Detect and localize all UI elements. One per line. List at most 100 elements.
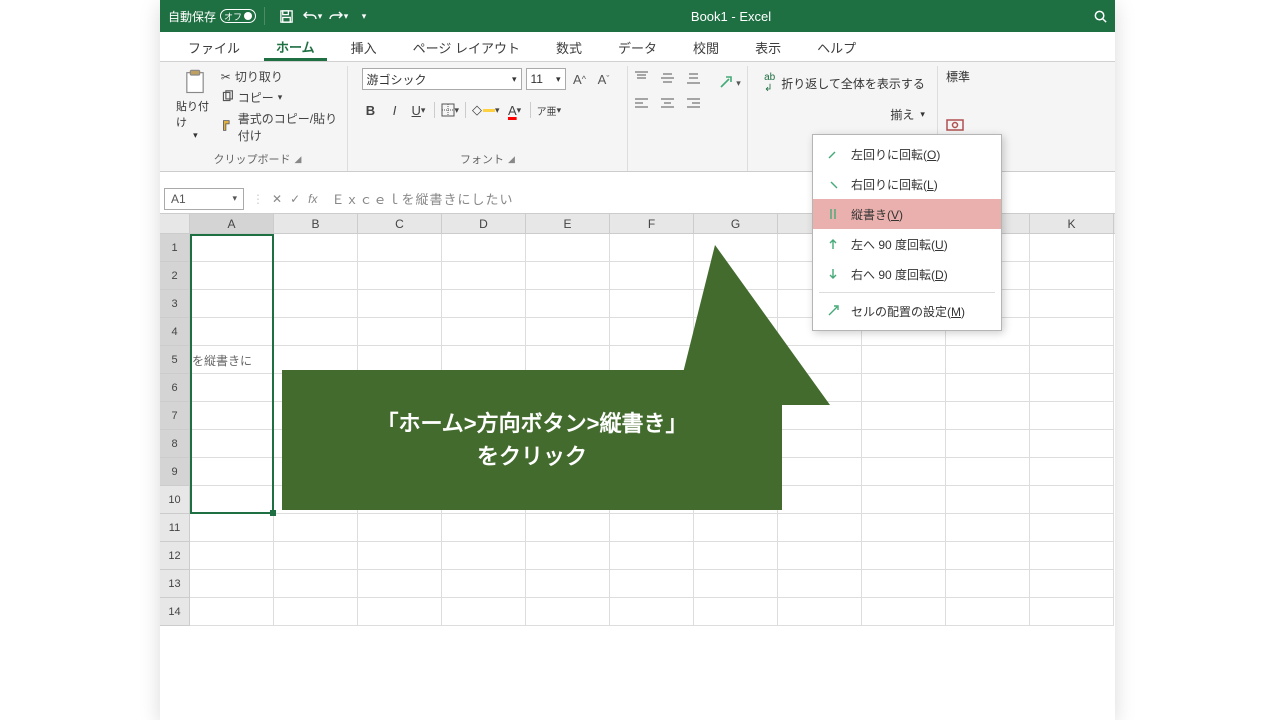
cell[interactable]: [1030, 430, 1114, 458]
copy-button[interactable]: コピー▾: [221, 89, 339, 106]
row-header[interactable]: 2: [160, 262, 190, 290]
underline-button[interactable]: U▾: [410, 100, 428, 120]
cell[interactable]: [1030, 290, 1114, 318]
cell[interactable]: [694, 542, 778, 570]
chevron-down-icon[interactable]: ▾: [193, 130, 198, 141]
cell[interactable]: [1030, 542, 1114, 570]
cell[interactable]: [442, 318, 526, 346]
tab-home[interactable]: ホーム: [264, 31, 327, 61]
column-header[interactable]: E: [526, 214, 610, 233]
number-format-select[interactable]: 標準: [946, 68, 970, 85]
cell[interactable]: [1030, 346, 1114, 374]
cell[interactable]: [946, 542, 1030, 570]
qat-customize-icon[interactable]: ▾: [351, 3, 377, 29]
fx-icon[interactable]: fx: [308, 192, 317, 206]
cell[interactable]: [358, 234, 442, 262]
cell[interactable]: [442, 570, 526, 598]
cell[interactable]: [190, 458, 274, 486]
dialog-launcher-icon[interactable]: ◢: [295, 154, 302, 165]
merge-button[interactable]: 揃え▾: [764, 106, 925, 123]
align-middle-button[interactable]: [659, 68, 677, 86]
align-top-button[interactable]: [633, 68, 651, 86]
cell[interactable]: [610, 570, 694, 598]
cell[interactable]: [190, 486, 274, 514]
cut-button[interactable]: ✂ 切り取り: [221, 68, 339, 85]
cell[interactable]: [274, 542, 358, 570]
cell[interactable]: [274, 570, 358, 598]
menu-rotate-ccw[interactable]: 左回りに回転(O): [813, 139, 1001, 169]
menu-rotate-down[interactable]: 右へ 90 度回転(D): [813, 259, 1001, 289]
cell[interactable]: [946, 570, 1030, 598]
bold-button[interactable]: B: [362, 100, 380, 120]
increase-font-icon[interactable]: A^: [570, 68, 590, 90]
align-right-button[interactable]: [685, 94, 703, 112]
cell[interactable]: [190, 234, 274, 262]
cell[interactable]: [274, 290, 358, 318]
cell[interactable]: [946, 514, 1030, 542]
format-painter-button[interactable]: 書式のコピー/貼り付け: [221, 110, 339, 144]
cell[interactable]: [190, 514, 274, 542]
name-box[interactable]: A1▾: [164, 188, 244, 210]
cell[interactable]: [862, 458, 946, 486]
decrease-font-icon[interactable]: Aˇ: [594, 68, 614, 90]
tab-pagelayout[interactable]: ページ レイアウト: [401, 32, 532, 61]
cell[interactable]: [190, 290, 274, 318]
tab-help[interactable]: ヘルプ: [805, 32, 868, 61]
column-header[interactable]: D: [442, 214, 526, 233]
cell[interactable]: [946, 346, 1030, 374]
tab-file[interactable]: ファイル: [176, 32, 252, 61]
cell[interactable]: [1030, 374, 1114, 402]
cell[interactable]: [694, 514, 778, 542]
cell[interactable]: [358, 598, 442, 626]
row-header[interactable]: 13: [160, 570, 190, 598]
cell[interactable]: [778, 598, 862, 626]
tab-review[interactable]: 校閲: [681, 32, 731, 61]
cell[interactable]: [1030, 262, 1114, 290]
cell[interactable]: [862, 486, 946, 514]
cell[interactable]: [274, 598, 358, 626]
cell[interactable]: [862, 346, 946, 374]
cell[interactable]: [526, 290, 610, 318]
cell[interactable]: [190, 430, 274, 458]
cell[interactable]: [1030, 318, 1114, 346]
font-color-button[interactable]: A▾: [506, 100, 524, 120]
cell[interactable]: [1030, 570, 1114, 598]
menu-vertical-text[interactable]: 縦書き(V): [813, 199, 1001, 229]
column-header[interactable]: F: [610, 214, 694, 233]
cell[interactable]: [778, 402, 862, 430]
cell[interactable]: [946, 458, 1030, 486]
currency-button[interactable]: [946, 119, 964, 136]
search-icon[interactable]: [1085, 9, 1115, 24]
cell[interactable]: [946, 374, 1030, 402]
chevron-down-icon[interactable]: ▾: [318, 11, 323, 22]
column-header[interactable]: C: [358, 214, 442, 233]
cell[interactable]: [778, 458, 862, 486]
column-header[interactable]: K: [1030, 214, 1114, 233]
cell[interactable]: [190, 542, 274, 570]
cell[interactable]: [442, 598, 526, 626]
cell[interactable]: [946, 402, 1030, 430]
font-size-select[interactable]: 11▾: [526, 68, 566, 90]
autosave-toggle[interactable]: 自動保存 オフ: [168, 8, 256, 25]
cell[interactable]: [694, 598, 778, 626]
cell[interactable]: [358, 262, 442, 290]
row-header[interactable]: 7: [160, 402, 190, 430]
cell[interactable]: [778, 514, 862, 542]
cancel-icon[interactable]: ✕: [272, 192, 282, 206]
cell[interactable]: [1030, 402, 1114, 430]
cell[interactable]: [778, 486, 862, 514]
cell[interactable]: [190, 262, 274, 290]
menu-format-cells-alignment[interactable]: セルの配置の設定(M): [813, 296, 1001, 326]
cell[interactable]: [190, 318, 274, 346]
cell[interactable]: [190, 598, 274, 626]
cell[interactable]: [526, 542, 610, 570]
cell[interactable]: [778, 542, 862, 570]
cell[interactable]: [274, 318, 358, 346]
cell[interactable]: [1030, 458, 1114, 486]
cell[interactable]: [358, 318, 442, 346]
cell[interactable]: [526, 514, 610, 542]
cell[interactable]: [526, 234, 610, 262]
tab-formulas[interactable]: 数式: [544, 32, 594, 61]
tab-view[interactable]: 表示: [743, 32, 793, 61]
menu-rotate-cw[interactable]: 右回りに回転(L): [813, 169, 1001, 199]
